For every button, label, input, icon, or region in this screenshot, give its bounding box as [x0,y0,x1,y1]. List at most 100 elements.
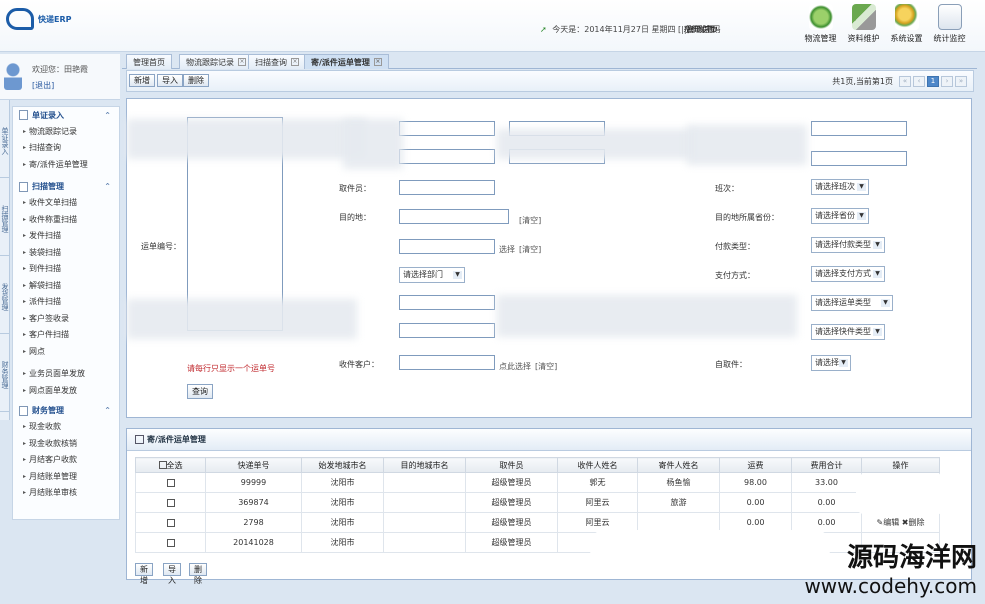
province-select[interactable]: 请选择省份 ▼ [811,208,869,224]
pay-method-select[interactable]: 请选择支付方式 ▼ [811,266,885,282]
picker: 超级管理员 [465,512,558,533]
close-icon[interactable]: × [238,58,246,66]
row-checkbox[interactable] [166,478,175,487]
module-system-settings[interactable]: 系统设置 [885,4,928,44]
collapse-icon[interactable]: ⌃ [104,182,111,191]
customer-input[interactable] [399,355,495,370]
add-button[interactable]: 新增 [129,74,155,87]
department-clear-link[interactable]: [清空] [519,244,541,255]
sidebar-item[interactable]: ▸ 发件扫描 [13,228,119,245]
destination-input[interactable] [399,209,509,224]
sidebar-item[interactable]: ▸ 客户签收录 [13,310,119,327]
statistics-icon [937,4,962,30]
department-select[interactable]: 请选择部门 ▼ [399,267,465,283]
grid-import-button[interactable]: 导入 [163,563,181,585]
field-row-7[interactable] [399,323,495,338]
sidebar-item[interactable]: ▸ 扫描查询 [13,140,119,157]
bullet-icon: ▸ [23,281,27,289]
tab-waybill-management[interactable]: 寄/派件运单管理 × [304,54,389,69]
sidebar-item[interactable]: ▸ 现金收款 [13,419,119,436]
sidebar-item[interactable]: ▸ 寄/派件运单管理 [13,156,119,173]
sidebar-item[interactable]: ▸ 网点 [13,343,119,360]
picker: 超级管理员 [465,492,558,513]
row-checkbox[interactable] [166,498,175,507]
right-field-1[interactable] [811,121,907,136]
bullet-icon: ▸ [23,144,27,152]
next-page-icon[interactable]: › [941,76,953,87]
sidebar-item-label: 网点 [29,346,46,356]
first-page-icon[interactable]: « [899,76,911,87]
delete-link[interactable]: 删除 [908,518,924,527]
sidebar-item[interactable]: ▸ 物流跟踪记录 [13,123,119,140]
click-select-link[interactable]: 点此选择 [499,361,531,372]
row-checkbox[interactable] [166,518,175,527]
prev-page-icon[interactable]: ‹ [913,76,925,87]
select-all-checkbox[interactable] [158,461,167,469]
sidebar-item[interactable]: ▸ 解袋扫描 [13,277,119,294]
row-checkbox[interactable] [166,538,175,547]
sidebar-item[interactable]: ▸ 业务员面单发放 [13,366,119,383]
grid-add-button[interactable]: 新增 [135,563,153,585]
picker: 超级管理员 [465,532,558,553]
menu-group-finance[interactable]: 财务管理 ⌃ [13,403,119,419]
right-field-2[interactable] [811,151,907,166]
waybill-type-select[interactable]: 请选择运单类型 ▼ [811,295,893,311]
page-number-button[interactable]: 1 [927,76,939,87]
vtab-doc-entry[interactable]: 单证录入 [0,100,10,178]
sidebar-item[interactable]: ▸ 收件称重扫描 [13,211,119,228]
sidebar-item[interactable]: ▸ 月结账单审核 [13,485,119,502]
table-icon [135,435,144,444]
sidebar-item[interactable]: ▸ 派件扫描 [13,294,119,311]
grid-delete-button[interactable]: 删除 [189,563,207,585]
dest-city [383,512,466,533]
edit-link[interactable]: 编辑 [883,518,899,527]
sidebar-item[interactable]: ▸ 客户件扫描 [13,327,119,344]
origin-city: 沈阳市 [301,512,384,533]
self-pick-select[interactable]: 请选择 ▼ [811,355,851,371]
top-field-3[interactable] [399,149,495,164]
express-type-select[interactable]: 请选择快件类型 ▼ [811,324,885,340]
sidebar-item[interactable]: ▸ 月结客户收款 [13,452,119,469]
vtab-shipping[interactable]: 发货管理 [0,256,10,334]
sidebar-item[interactable]: ▸ 现金收款核销 [13,435,119,452]
menu-group-scan[interactable]: 扫描管理 ⌃ [13,179,119,195]
top-field-1[interactable] [399,121,495,136]
tab-tracking-record[interactable]: 物流跟踪记录 × [179,54,253,69]
module-statistics[interactable]: 统计监控 [928,4,971,44]
change-password-link[interactable]: 修改密码 [689,24,721,35]
destination-clear-link[interactable]: [清空] [519,215,541,226]
module-data-maintenance[interactable]: 资料维护 [842,4,885,44]
pay-type-select[interactable]: 请选择付款类型 ▼ [811,237,885,253]
table-row[interactable]: 99999 沈阳市 超级管理员 郭无 杨鱼愉 98.00 33.00 [135,472,940,493]
toolbar: 新增 导入 删除 共1页,当前第1页 « ‹ 1 › » [126,70,974,92]
import-button[interactable]: 导入 [157,74,183,87]
collapse-icon[interactable]: ⌃ [104,406,111,415]
sidebar-item[interactable]: ▸ 装袋扫描 [13,244,119,261]
logout-link[interactable]: [退出] [32,80,54,91]
batch-select[interactable]: 请选择班次 ▼ [811,179,869,195]
picker-input[interactable] [399,180,495,195]
select-link[interactable]: 选择 [499,244,515,255]
last-page-icon[interactable]: » [955,76,967,87]
department-input[interactable] [399,239,495,254]
vtab-scan[interactable]: 扫描管理 [0,178,10,256]
select-all-header[interactable]: 全选 [135,457,206,473]
sidebar-item[interactable]: ▸ 月结账单管理 [13,468,119,485]
sidebar-item[interactable]: ▸ 网点面单发放 [13,382,119,399]
customer-clear-link[interactable]: [清空] [535,361,557,372]
table-row[interactable]: 369874 沈阳市 超级管理员 阿里云 旅游 0.00 0.00 [135,492,940,513]
collapse-icon[interactable]: ⌃ [104,111,111,120]
menu-group-doc-entry[interactable]: 单证录入 ⌃ [13,107,119,123]
tab-scan-query[interactable]: 扫描查询 × [248,54,306,69]
query-button[interactable]: 查询 [187,384,213,399]
delete-button[interactable]: 删除 [183,74,209,87]
field-row-6[interactable] [399,295,495,310]
sidebar-item[interactable]: ▸ 收件文单扫描 [13,195,119,212]
close-icon[interactable]: × [291,58,299,66]
pay-type-select-value: 请选择付款类型 [815,240,871,249]
vtab-finance[interactable]: 财务管理 [0,334,10,412]
close-icon[interactable]: × [373,58,382,66]
module-logistics[interactable]: 物流管理 [799,4,842,44]
sidebar-item[interactable]: ▸ 到件扫描 [13,261,119,278]
tab-admin-home[interactable]: 管理首页 [126,54,172,69]
